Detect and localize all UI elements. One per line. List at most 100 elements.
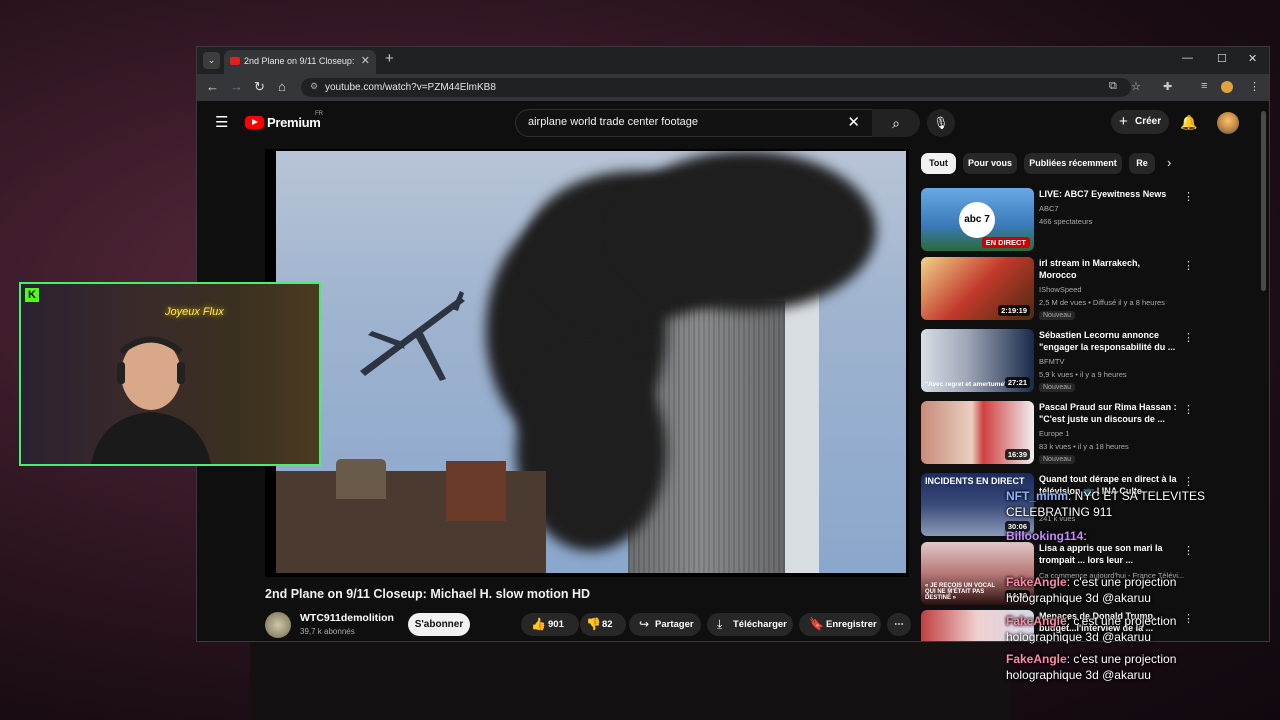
recommended-video[interactable]: 2:19:19 irl stream in Marrakech, Morocco…: [921, 257, 1221, 321]
chat-username: NFT_mmm: [1006, 489, 1069, 503]
dislike-button[interactable]: 👎 82: [580, 613, 626, 636]
bookmark-star-icon[interactable]: ☆: [1131, 80, 1141, 93]
tab-youtube[interactable]: 2nd Plane on 9/11 Closeup: Mic ✕: [224, 50, 376, 74]
channel-name[interactable]: WTC911demolition: [300, 612, 394, 624]
microphone-icon: 🎙: [933, 116, 949, 130]
chat-text: : c'est une projection: [1066, 614, 1177, 628]
save-button[interactable]: 🔖 Enregistrer: [799, 613, 881, 636]
tab-close-icon[interactable]: ✕: [361, 54, 370, 67]
recommended-video[interactable]: "Avec regret et amertume" 27:21 Sébastie…: [921, 329, 1221, 393]
chips-next-chevron-icon[interactable]: ›: [1167, 155, 1171, 170]
channel-avatar[interactable]: [265, 612, 291, 638]
video-meta: 2,5 M de vues • Diffusé il y a 8 heures: [1039, 298, 1165, 307]
chat-username: FakeAngle: [1006, 575, 1067, 589]
youtube-play-icon: [245, 116, 264, 129]
notifications-bell-icon[interactable]: 🔔: [1180, 114, 1197, 131]
bookmark-icon: 🔖: [809, 617, 824, 631]
video-meta: 466 spectateurs: [1039, 217, 1093, 226]
video-options-icon[interactable]: ⋮: [1183, 190, 1194, 203]
chat-username: Billooking114: [1006, 529, 1084, 543]
download-label: Télécharger: [733, 619, 787, 630]
maximize-icon[interactable]: ☐: [1217, 52, 1227, 65]
video-tower-edge: [785, 281, 819, 573]
youtube-favicon-icon: [230, 57, 240, 65]
clear-search-icon[interactable]: ✕: [847, 113, 860, 131]
logo-text: Premium: [267, 115, 321, 130]
recommended-video[interactable]: 16:39 Pascal Praud sur Rima Hassan : "C'…: [921, 401, 1221, 465]
site-info-icon[interactable]: ⚙: [310, 81, 318, 92]
chat-text: CELEBRATING 911: [1006, 505, 1113, 519]
more-horizontal-icon: ⋯: [894, 619, 904, 630]
channel-name: Europe 1: [1039, 429, 1070, 438]
chat-message: FakeAngle: c'est une projection: [1006, 652, 1176, 666]
extensions-icon[interactable]: ✚: [1163, 80, 1172, 93]
forward-icon[interactable]: →: [230, 79, 243, 94]
recommended-video[interactable]: abc 7 EN DIRECT LIVE: ABC7 Eyewitness Ne…: [921, 188, 1221, 252]
chat-text: holographique 3d @akaruu: [1006, 668, 1151, 682]
new-badge: Nouveau: [1039, 455, 1076, 464]
browser-menu-icon[interactable]: ⋮: [1249, 80, 1260, 93]
video-options-icon[interactable]: ⋮: [1183, 403, 1194, 416]
video-brick-building: [446, 461, 506, 521]
search-query: airplane world trade center footage: [528, 116, 698, 128]
streamer-webcam: K Joyeux Flux: [19, 282, 321, 466]
video-title: LIVE: ABC7 Eyewitness News: [1039, 189, 1167, 199]
video-title: Sébastien Lecornu annonce "engager la re…: [1039, 330, 1176, 352]
channel-name: BFMTV: [1039, 357, 1065, 366]
video-thumbnail: 2:19:19: [921, 257, 1034, 320]
video-meta: 83 k vues • il y a 18 heures: [1039, 442, 1129, 451]
profile-avatar-icon[interactable]: [1221, 81, 1233, 93]
search-input[interactable]: airplane world trade center footage ✕: [515, 109, 873, 137]
video-airplane: [360, 291, 465, 381]
close-window-icon[interactable]: ✕: [1248, 52, 1257, 65]
video-options-icon[interactable]: ⋮: [1183, 544, 1194, 557]
chat-text: : c'est une projection: [1066, 575, 1177, 589]
chat-username: FakeAngle: [1006, 652, 1067, 666]
thumbs-down-icon: 👎: [586, 617, 601, 631]
tab-bar: ⌄ 2nd Plane on 9/11 Closeup: Mic ✕ + — ☐…: [197, 47, 1269, 74]
scrollbar-thumb[interactable]: [1261, 111, 1266, 291]
duration-badge: 27:21: [1004, 377, 1030, 388]
chip-more[interactable]: Re: [1129, 153, 1155, 174]
page-scrollbar[interactable]: [1260, 101, 1267, 641]
media-control-icon[interactable]: ≡: [1201, 80, 1207, 92]
dislike-count: 82: [602, 619, 613, 630]
reload-icon[interactable]: ↻: [254, 79, 265, 95]
video-options-icon[interactable]: ⋮: [1183, 612, 1194, 625]
video-thumbnail: abc 7 EN DIRECT: [921, 188, 1034, 251]
search-button[interactable]: ⌕: [872, 109, 920, 137]
neon-sign: Joyeux Flux: [165, 306, 224, 318]
like-button[interactable]: 👍 901: [521, 613, 579, 636]
video-options-icon[interactable]: ⋮: [1183, 259, 1194, 272]
new-tab-button[interactable]: +: [385, 50, 394, 67]
install-app-icon[interactable]: ⧉: [1109, 80, 1117, 93]
download-button[interactable]: ⤓ Télécharger: [707, 613, 793, 636]
thumbnail-caption: INCIDENTS EN DIRECT: [925, 476, 1025, 486]
video-meta: 5,9 k vues • il y a 9 heures: [1039, 370, 1127, 379]
menu-hamburger-icon[interactable]: ☰: [215, 113, 228, 131]
chat-text: holographique 3d @akaruu: [1006, 630, 1151, 644]
chip-for-you[interactable]: Pour vous: [963, 153, 1017, 174]
subscribe-button[interactable]: S'abonner: [408, 613, 470, 636]
chip-recent[interactable]: Publiées récemment: [1024, 153, 1122, 174]
thumbnail-caption: "Avec regret et amertume": [925, 381, 1008, 388]
more-actions-button[interactable]: ⋯: [887, 613, 911, 636]
video-options-icon[interactable]: ⋮: [1183, 331, 1194, 344]
voice-search-button[interactable]: 🎙: [927, 109, 955, 137]
share-button[interactable]: ↪ Partager: [629, 613, 701, 636]
video-options-icon[interactable]: ⋮: [1183, 475, 1194, 488]
home-icon[interactable]: ⌂: [278, 79, 286, 94]
chip-all[interactable]: Tout: [921, 153, 956, 174]
tab-search-button[interactable]: ⌄: [203, 52, 220, 69]
video-player[interactable]: [265, 149, 909, 577]
video-title: Lisa a appris que son mari la trompait .…: [1039, 543, 1163, 565]
account-avatar[interactable]: [1217, 112, 1239, 134]
minimize-icon[interactable]: —: [1182, 52, 1193, 64]
url-field[interactable]: ⚙ youtube.com/watch?v=PZM44ElmKB8: [301, 78, 1131, 97]
back-icon[interactable]: ←: [206, 79, 219, 94]
share-label: Partager: [655, 619, 694, 630]
create-button[interactable]: + Créer: [1111, 110, 1169, 134]
chat-message: FakeAngle: c'est une projection: [1006, 575, 1176, 589]
download-icon: ⤓: [717, 617, 723, 631]
chat-message: Billooking114:: [1006, 529, 1087, 543]
